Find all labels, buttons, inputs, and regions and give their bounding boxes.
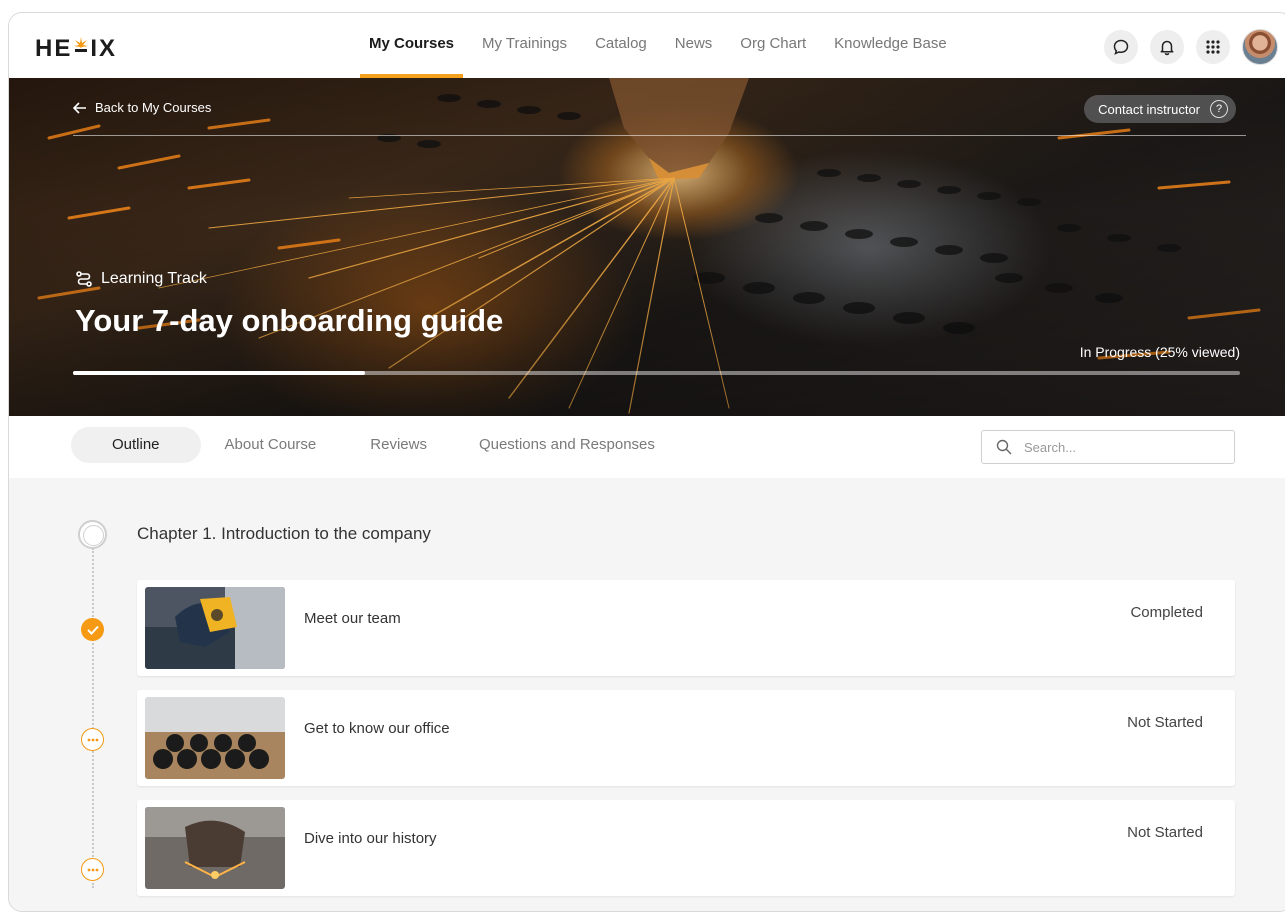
- notifications-button[interactable]: [1150, 30, 1184, 64]
- nav-icon-group: [1104, 29, 1278, 65]
- tab-questions-and-responses[interactable]: Questions and Responses: [457, 427, 677, 463]
- lesson-not-started-icon: [81, 728, 104, 751]
- timeline-connector: [92, 548, 94, 888]
- chat-icon: [1113, 39, 1129, 55]
- lesson-title: Meet our team: [304, 610, 401, 627]
- lesson-completed-icon: [81, 618, 104, 641]
- chat-button[interactable]: [1104, 30, 1138, 64]
- main-nav-links: My Courses My Trainings Catalog News Org…: [355, 13, 961, 78]
- course-outline: Chapter 1. Introduction to the company M…: [9, 478, 1285, 911]
- lesson-thumbnail-welder: [145, 587, 285, 669]
- help-icon: ?: [1210, 100, 1228, 118]
- course-title: Your 7-day onboarding guide: [75, 303, 504, 338]
- nav-link-news[interactable]: News: [661, 13, 727, 78]
- course-progress-fill: [73, 371, 365, 375]
- contact-instructor-label: Contact instructor: [1098, 101, 1200, 117]
- nav-link-catalog[interactable]: Catalog: [581, 13, 661, 78]
- lesson-status: Not Started: [1127, 714, 1203, 731]
- logo-spark-icon: [73, 35, 89, 60]
- outline-search[interactable]: [981, 430, 1235, 464]
- course-tabs-bar: Outline About Course Reviews Questions a…: [9, 416, 1285, 478]
- lesson-status: Not Started: [1127, 824, 1203, 841]
- nav-link-org-chart[interactable]: Org Chart: [726, 13, 820, 78]
- lesson-card-dive-into-our-history[interactable]: Dive into our history Not Started: [137, 800, 1235, 896]
- user-avatar[interactable]: [1242, 29, 1278, 65]
- learning-track-text: Learning Track: [101, 270, 207, 287]
- chapter-title: Chapter 1. Introduction to the company: [137, 524, 431, 543]
- lesson-title: Dive into our history: [304, 830, 437, 847]
- nav-link-my-trainings[interactable]: My Trainings: [468, 13, 581, 78]
- hero-shade-overlay: [9, 78, 1285, 416]
- tab-outline[interactable]: Outline: [71, 427, 201, 463]
- lesson-card-meet-our-team[interactable]: Meet our team Completed: [137, 580, 1235, 676]
- tab-reviews[interactable]: Reviews: [340, 427, 457, 463]
- lesson-status: Completed: [1130, 604, 1203, 621]
- bell-icon: [1160, 40, 1174, 56]
- search-input[interactable]: [1024, 439, 1214, 455]
- nav-link-knowledge-base[interactable]: Knowledge Base: [820, 13, 961, 78]
- helix-logo[interactable]: HE IX: [35, 35, 117, 63]
- apps-button[interactable]: [1196, 30, 1230, 64]
- lesson-card-get-to-know-our-office[interactable]: Get to know our office Not Started: [137, 690, 1235, 786]
- arrow-left-icon: [73, 101, 86, 114]
- course-progress-bar: [73, 371, 1240, 375]
- progress-status: In Progress (25% viewed): [1079, 344, 1240, 360]
- apps-grid-icon: [1206, 40, 1220, 54]
- tab-about-course[interactable]: About Course: [201, 427, 341, 463]
- top-navigation: HE IX My Courses My Trainings Catalog Ne…: [9, 13, 1285, 78]
- back-link-label: Back to My Courses: [95, 100, 212, 115]
- app-window: HE IX My Courses My Trainings Catalog Ne…: [8, 12, 1285, 912]
- learning-track-label: Learning Track: [75, 270, 207, 288]
- contact-instructor-button[interactable]: Contact instructor ?: [1084, 95, 1236, 123]
- route-icon: [76, 271, 92, 287]
- course-tabs: Outline About Course Reviews Questions a…: [71, 427, 677, 463]
- lesson-thumbnail-pipes: [145, 697, 285, 779]
- lesson-title: Get to know our office: [304, 720, 450, 737]
- logo-text-right: IX: [90, 35, 118, 62]
- search-icon: [996, 439, 1012, 455]
- logo-text-left: HE: [35, 35, 73, 62]
- chapter-status-node: [78, 520, 107, 549]
- course-hero-banner: Back to My Courses Contact instructor ? …: [9, 78, 1285, 416]
- lesson-not-started-icon: [81, 858, 104, 881]
- back-to-courses-link[interactable]: Back to My Courses: [73, 100, 211, 115]
- lesson-thumbnail-grinding: [145, 807, 285, 889]
- nav-link-my-courses[interactable]: My Courses: [355, 13, 468, 78]
- hero-divider: [73, 135, 1246, 136]
